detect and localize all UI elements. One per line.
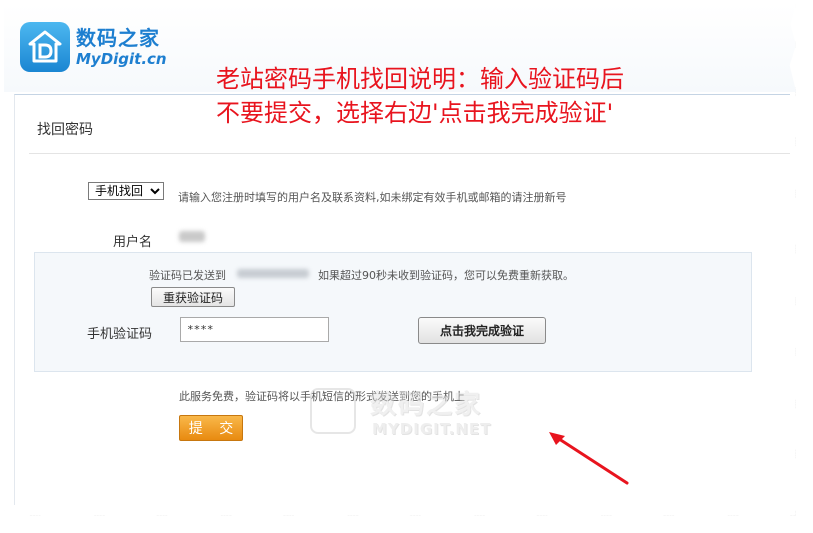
red-arrow-icon — [549, 432, 629, 485]
phone-number-redacted — [237, 269, 309, 278]
username-label: 用户名 — [113, 235, 153, 250]
brand-name-en[interactable]: MyDigit.cn — [76, 50, 167, 68]
watermark-name-en: MYDIGIT.NET — [372, 420, 492, 438]
instruction-annotation: 老站密码手机找回说明：输入验证码后 不要提交，选择右边'点击我完成验证' — [216, 62, 624, 130]
screenshot-sheet: 数码之家 MyDigit.cn 找回密码 手机找回 请输入您注册时填写的用户名及… — [4, 4, 796, 516]
recovery-method-select[interactable]: 手机找回 — [88, 182, 164, 200]
method-hint: 请输入您注册时填写的用户名及联系资料,如未绑定有效手机或邮箱的请注册新号 — [178, 191, 567, 204]
resend-code-button[interactable]: 重获验证码 — [151, 287, 235, 307]
watermark: 数码之家 MYDIGIT.NET — [310, 382, 510, 442]
house-d-logo-icon[interactable] — [20, 22, 70, 72]
watermark-logo-icon — [310, 388, 356, 434]
verification-box: 验证码已发送到 如果超过90秒未收到验证码，您可以免费重新获取。 重获验证码 手… — [34, 252, 752, 372]
watermark-name-cn: 数码之家 — [370, 390, 483, 420]
sms-code-label: 手机验证码 — [87, 327, 153, 342]
page-title: 找回密码 — [37, 122, 93, 138]
divider — [29, 153, 790, 154]
username-value-redacted — [179, 231, 205, 242]
code-sent-prefix: 验证码已发送到 — [149, 269, 226, 282]
annotation-line-2: 不要提交，选择右边'点击我完成验证' — [216, 99, 614, 127]
complete-verification-button[interactable]: 点击我完成验证 — [418, 317, 546, 344]
brand-name-cn[interactable]: 数码之家 — [76, 22, 160, 51]
sms-code-input[interactable] — [180, 317, 329, 342]
submit-button[interactable]: 提 交 — [179, 415, 243, 441]
code-sent-suffix: 如果超过90秒未收到验证码，您可以免费重新获取。 — [318, 269, 574, 282]
annotation-line-1: 老站密码手机找回说明：输入验证码后 — [216, 65, 624, 93]
recover-password-panel: 找回密码 手机找回 请输入您注册时填写的用户名及联系资料,如未绑定有效手机或邮箱… — [14, 94, 790, 505]
